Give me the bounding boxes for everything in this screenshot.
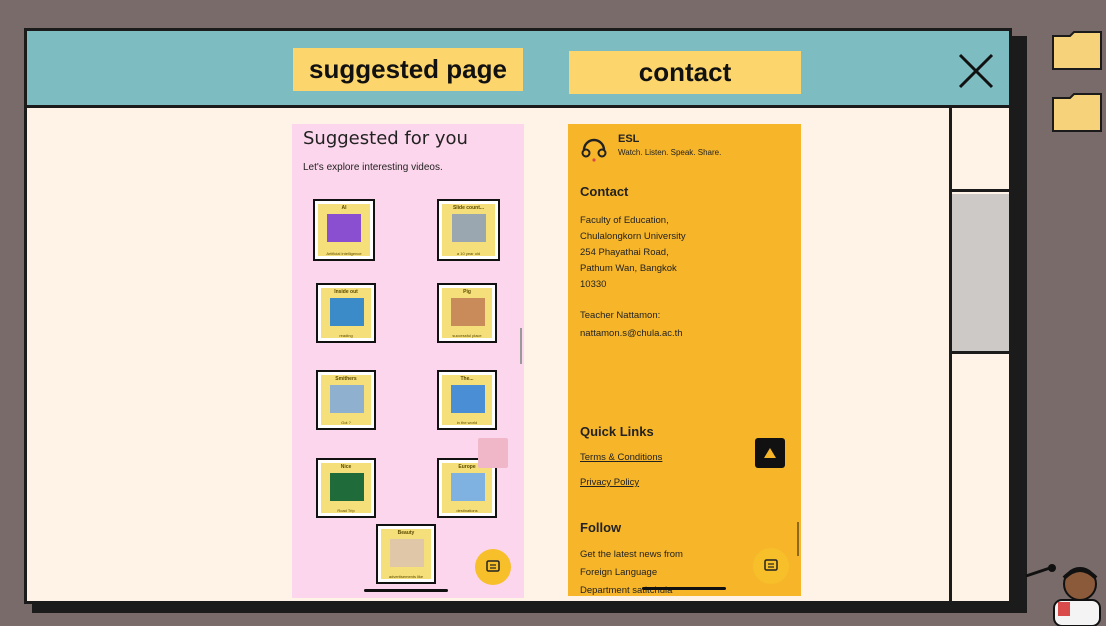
close-icon[interactable] [952, 47, 1000, 95]
chat-button[interactable] [475, 549, 511, 585]
quick-links-heading: Quick Links [580, 424, 654, 439]
brand-name: ESL [618, 133, 640, 145]
address-line: Pathum Wan, Bangkok [580, 263, 677, 274]
suggested-title: Suggested for you [303, 128, 468, 149]
app-window: suggested page contact Suggested for you… [24, 28, 1012, 604]
video-thumbnail-pig[interactable]: Pig successful place [437, 283, 497, 343]
contact-heading: Contact [580, 184, 629, 199]
suggested-panel: Suggested for you Let's explore interest… [292, 124, 524, 598]
video-thumbnail-inside-out[interactable]: Inside out reading [316, 283, 376, 343]
address-line: 254 Phayathai Road, [580, 247, 669, 258]
chat-icon [764, 559, 778, 571]
back-to-top-button[interactable] [755, 438, 785, 468]
video-thumbnail-slide[interactable]: Slide count... a 10 year old [437, 199, 500, 261]
email-text: nattamon.s@chula.ac.th [580, 328, 683, 339]
privacy-link[interactable]: Privacy Policy [580, 477, 639, 488]
video-thumbnail-smithers[interactable]: Smithers Got ? [316, 370, 376, 430]
teacher-label: Teacher Nattamon: [580, 310, 661, 321]
chat-button[interactable] [753, 548, 789, 584]
video-thumbnail-the[interactable]: The... in the world [437, 370, 497, 430]
mascot-illustration [1025, 564, 1101, 626]
tab-contact[interactable]: contact [569, 51, 801, 94]
address-line: Chulalongkorn University [580, 231, 686, 242]
folder-icon[interactable] [1052, 30, 1102, 70]
arrow-up-icon [764, 448, 776, 458]
chat-icon [486, 560, 500, 572]
follow-text: Get the latest news from [580, 549, 683, 560]
tab-suggested-page[interactable]: suggested page [293, 48, 523, 91]
suggested-scroll-indicator[interactable] [520, 328, 522, 364]
video-thumbnail-ai[interactable]: AI Artificial intelligence [313, 199, 375, 261]
follow-text: Foreign Language [580, 567, 658, 578]
contact-panel: ESL Watch. Listen. Speak. Share. Contact… [568, 124, 801, 596]
scrollbar-thumb[interactable] [952, 194, 1009, 354]
address-line: 10330 [580, 279, 607, 290]
terms-link[interactable]: Terms & Conditions [580, 452, 662, 463]
contact-scroll-indicator[interactable] [797, 522, 799, 556]
headset-icon [581, 138, 607, 162]
follow-heading: Follow [580, 520, 622, 535]
suggested-subtitle: Let's explore interesting videos. [303, 162, 443, 173]
home-indicator [364, 589, 448, 592]
side-scrollbar[interactable] [949, 108, 1009, 601]
home-indicator [642, 587, 726, 590]
brand-tagline: Watch. Listen. Speak. Share. [618, 148, 722, 157]
title-bar: suggested page contact [27, 31, 1009, 108]
video-thumbnail-beauty[interactable]: Beauty advertisements like [376, 524, 436, 584]
scrollbar-track-top [952, 108, 1009, 192]
folder-icon[interactable] [1052, 92, 1102, 132]
video-thumbnail-nice[interactable]: Nice Road Trip [316, 458, 376, 518]
address-line: Faculty of Education, [580, 215, 669, 226]
faded-back-to-top-button[interactable] [478, 438, 508, 468]
